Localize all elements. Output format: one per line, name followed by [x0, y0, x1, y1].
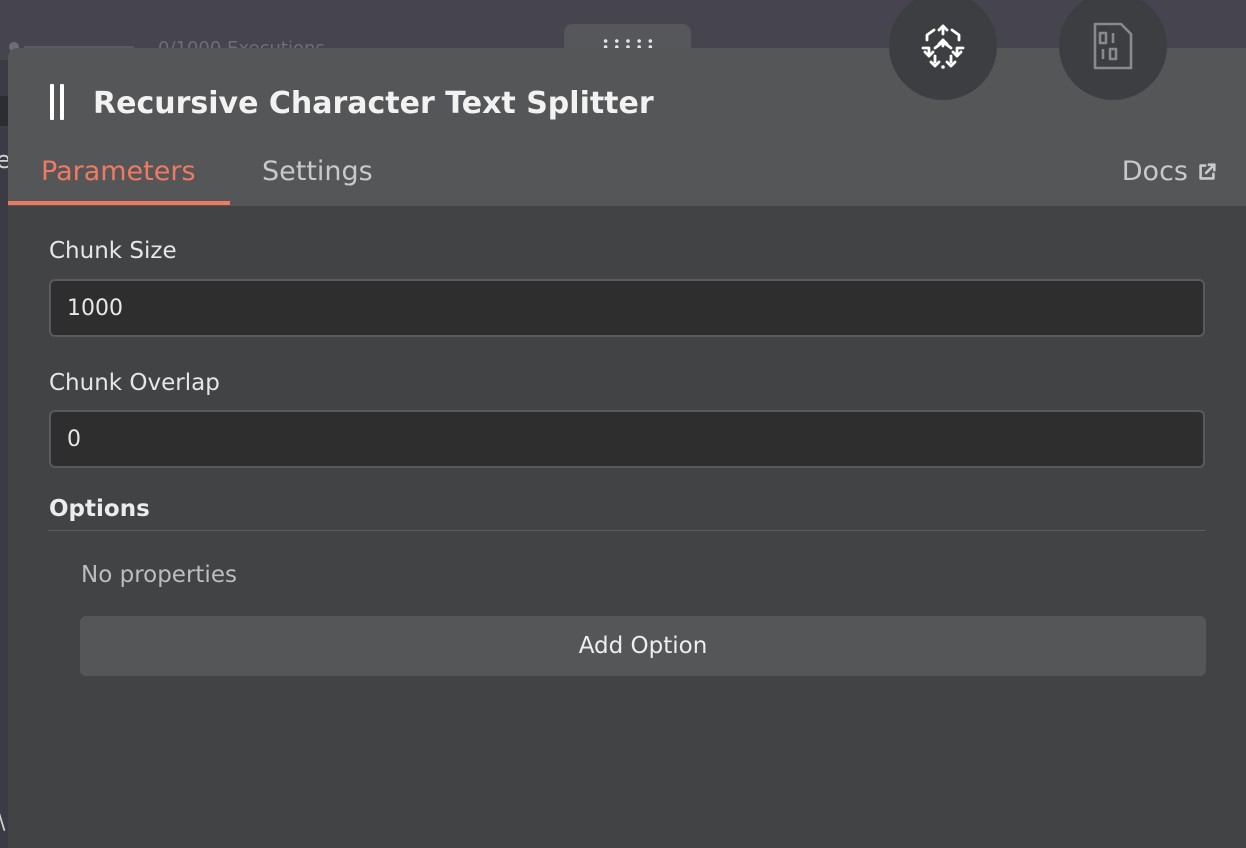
node-type-icon — [50, 84, 68, 120]
external-link-icon — [1199, 162, 1216, 180]
node-title[interactable]: Recursive Character Text Splitter — [93, 86, 654, 121]
docs-link[interactable]: Docs — [1122, 156, 1218, 187]
canvas-edge-text-bottom: \ — [0, 810, 5, 835]
panel-header: Recursive Character Text Splitter Parame… — [8, 48, 1246, 206]
options-divider — [48, 530, 1206, 531]
options-heading: Options — [49, 496, 150, 522]
tree-structure-icon — [921, 24, 965, 69]
active-tab-indicator — [8, 201, 230, 205]
node-settings-panel: Recursive Character Text Splitter Parame… — [8, 48, 1246, 848]
chunk-overlap-label: Chunk Overlap — [49, 370, 220, 396]
tab-parameters[interactable]: Parameters — [41, 156, 196, 187]
tab-settings[interactable]: Settings — [262, 156, 373, 187]
no-properties-text: No properties — [81, 562, 237, 588]
chunk-size-label: Chunk Size — [49, 238, 177, 264]
canvas-edge — [0, 96, 8, 126]
add-option-button[interactable]: Add Option — [80, 616, 1206, 676]
binary-file-icon — [1093, 22, 1133, 70]
chunk-overlap-input[interactable] — [49, 410, 1205, 468]
docs-label: Docs — [1121, 156, 1188, 187]
chunk-size-input[interactable] — [49, 279, 1205, 337]
